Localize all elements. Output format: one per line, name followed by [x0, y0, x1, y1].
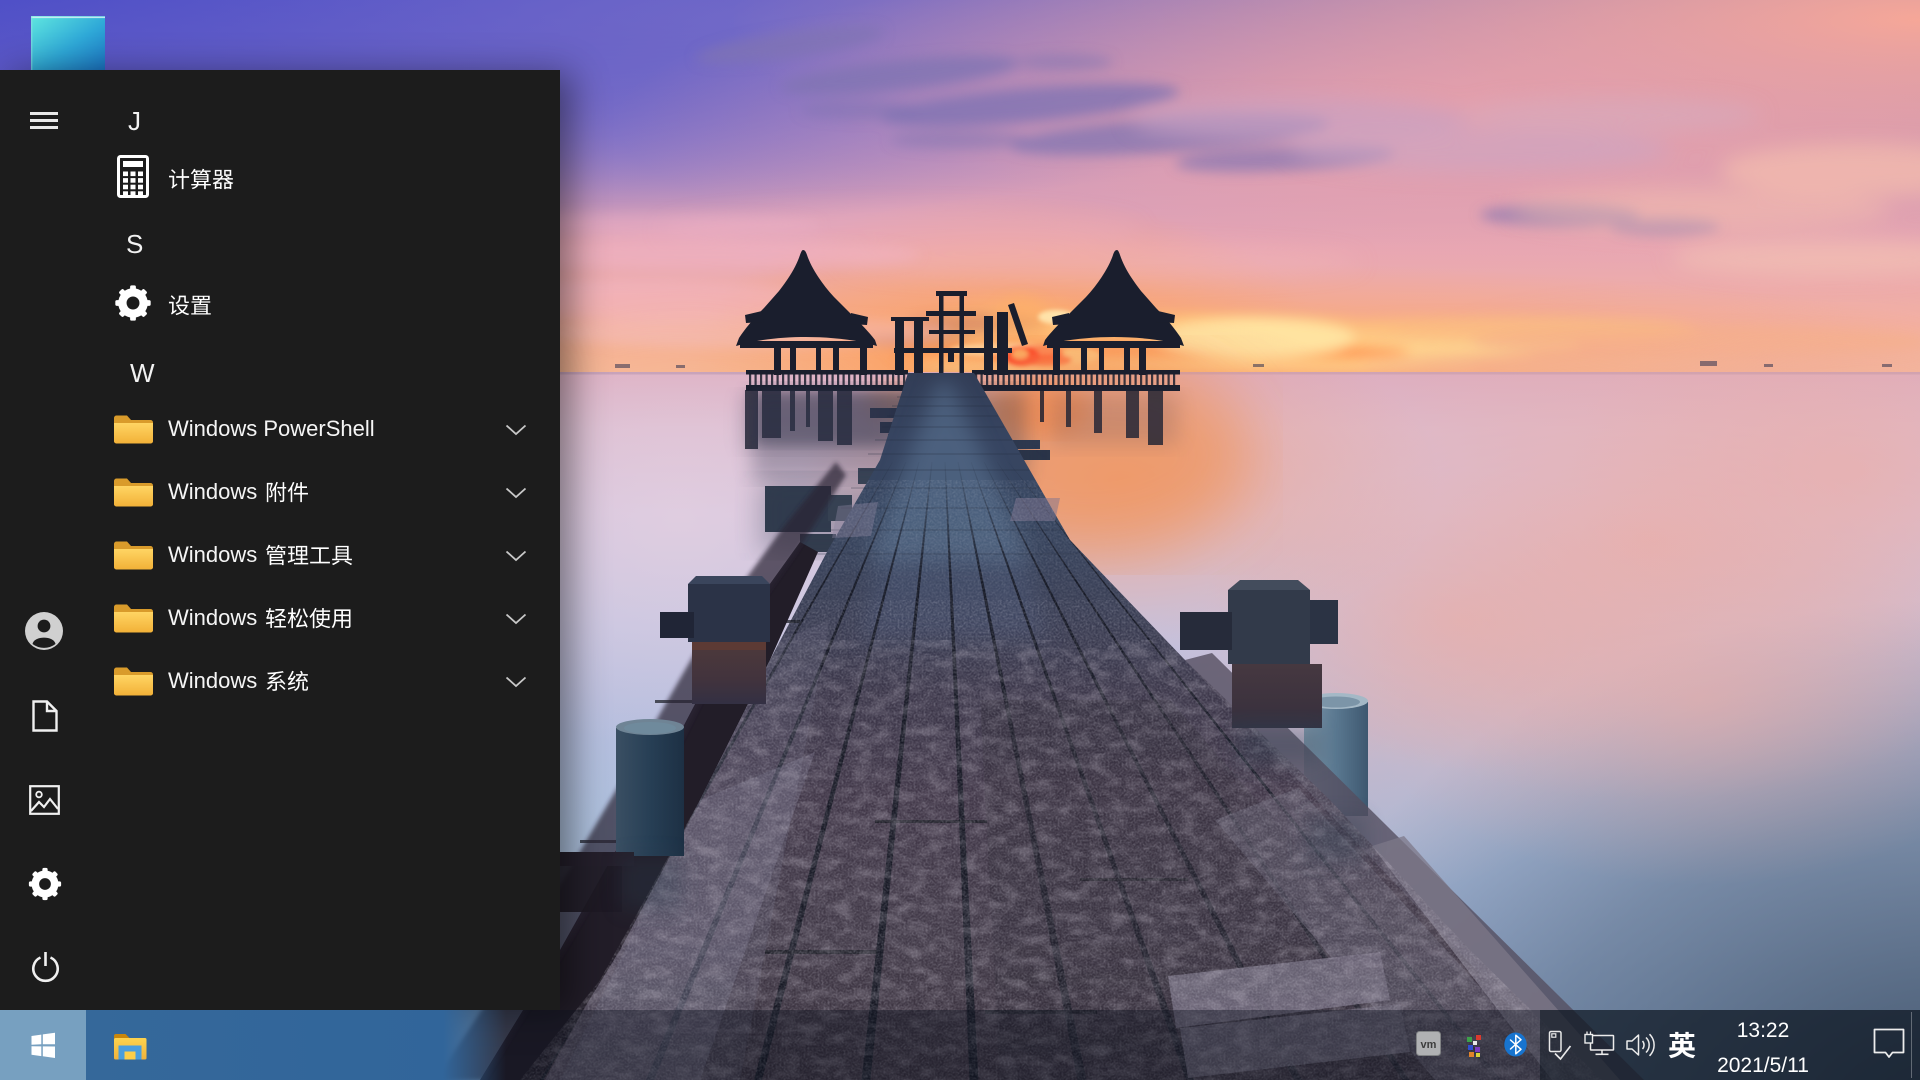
svg-text:vm: vm	[1421, 1039, 1437, 1051]
